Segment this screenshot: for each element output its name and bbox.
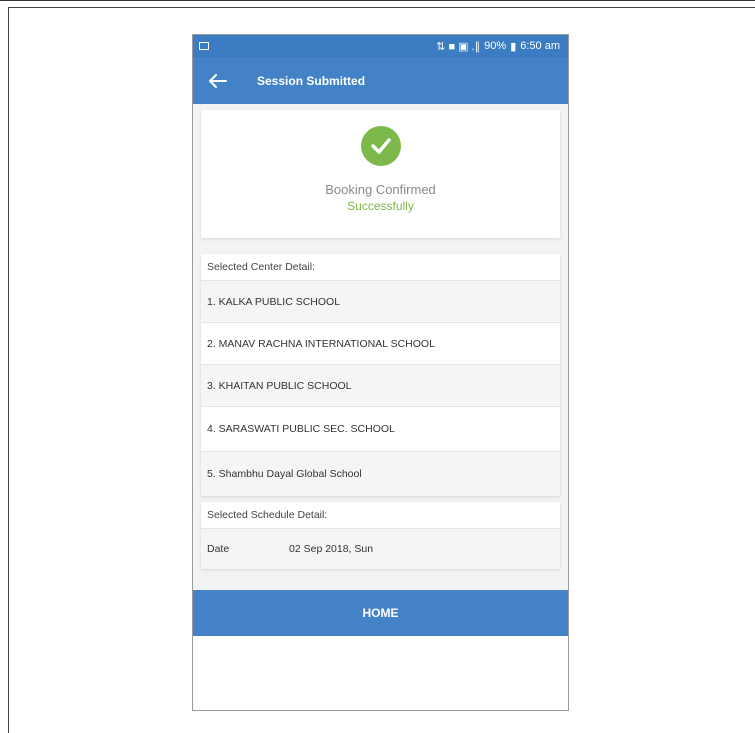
schedule-detail-header: Selected Schedule Detail: (201, 502, 560, 528)
frame-border-top (0, 0, 755, 1)
phone-screen: ⇅ ■ ▣ .∥ 90% ▮ 6:50 am Session Submitted… (192, 34, 569, 711)
page-title: Session Submitted (257, 73, 366, 88)
arrow-left-icon[interactable] (193, 57, 243, 104)
notification-image-icon (199, 42, 209, 50)
center-item-5: 5. Shambhu Dayal Global School (201, 451, 560, 496)
confirmation-card: Booking Confirmed Successfully (201, 110, 560, 238)
center-detail-header: Selected Center Detail: (201, 254, 560, 280)
frame-border-inner-top (8, 7, 755, 8)
center-item-3: 3. KHAITAN PUBLIC SCHOOL (201, 364, 560, 406)
center-item-1: 1. KALKA PUBLIC SCHOOL (201, 280, 560, 322)
schedule-date-row: Date 02 Sep 2018, Sun (201, 528, 560, 569)
center-item-2: 2. MANAV RACHNA INTERNATIONAL SCHOOL (201, 322, 560, 364)
app-bar: Session Submitted (193, 57, 568, 104)
battery-level: 90% (484, 40, 507, 52)
signal-icons: ⇅ ■ ▣ .∥ (436, 40, 481, 53)
frame-border-left (8, 7, 9, 733)
center-detail-section: Selected Center Detail: 1. KALKA PUBLIC … (201, 254, 560, 496)
clock: 6:50 am (520, 40, 560, 52)
status-bar: ⇅ ■ ▣ .∥ 90% ▮ 6:50 am (193, 35, 568, 57)
schedule-detail-section: Selected Schedule Detail: Date 02 Sep 20… (201, 502, 560, 569)
battery-icon: ▮ (510, 40, 517, 53)
center-item-4: 4. SARASWATI PUBLIC SEC. SCHOOL (201, 406, 560, 451)
check-circle-icon (360, 126, 401, 166)
confirmation-status: Successfully (347, 199, 414, 213)
home-button[interactable]: HOME (193, 590, 568, 636)
content-area: Booking Confirmed Successfully Selected … (193, 104, 568, 630)
date-label: Date (207, 543, 230, 555)
status-indicators: ⇅ ■ ▣ .∥ 90% ▮ 6:50 am (436, 40, 560, 53)
confirmation-message: Booking Confirmed (325, 182, 436, 197)
date-value: 02 Sep 2018, Sun (289, 543, 374, 555)
